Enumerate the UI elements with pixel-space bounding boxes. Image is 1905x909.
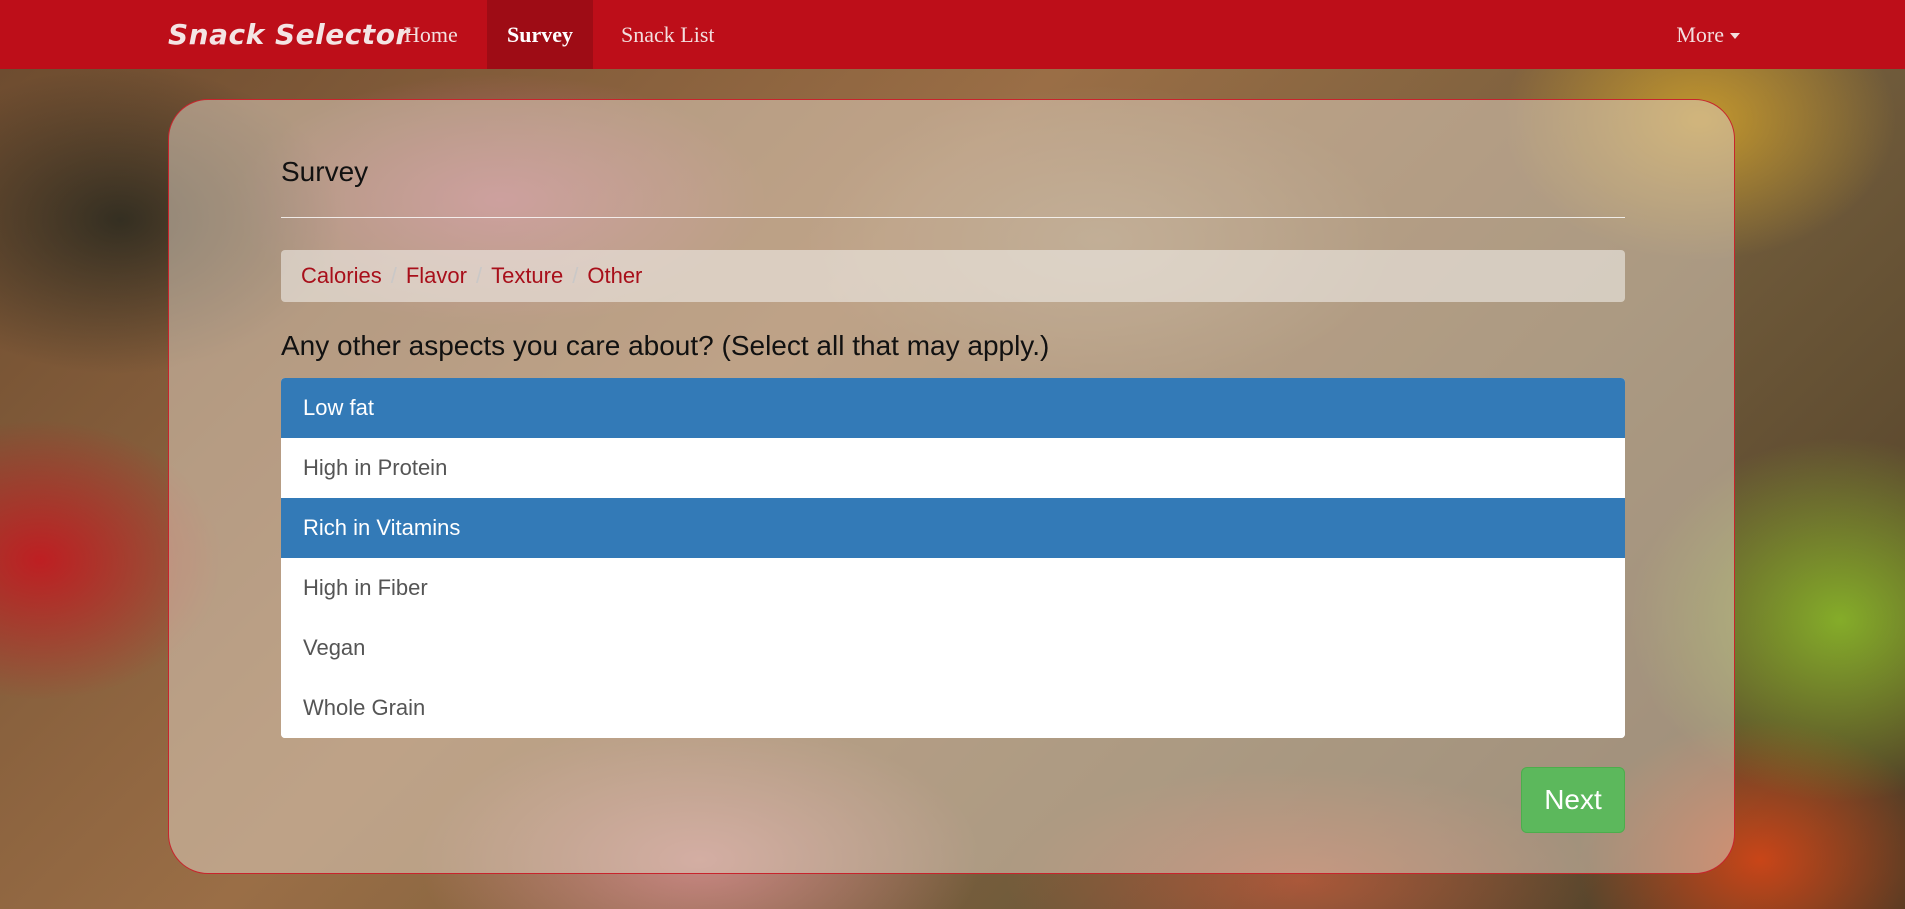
breadcrumb-other[interactable]: Other: [587, 263, 642, 289]
more-label: More: [1676, 21, 1724, 47]
option-vegan[interactable]: Vegan: [281, 618, 1625, 678]
breadcrumb-separator: /: [572, 263, 579, 288]
survey-panel: Survey Calories / Flavor / Texture / Oth…: [168, 99, 1735, 874]
breadcrumb: Calories / Flavor / Texture / Other: [281, 250, 1625, 302]
option-high-in-fiber[interactable]: High in Fiber: [281, 558, 1625, 618]
option-whole-grain[interactable]: Whole Grain: [281, 678, 1625, 738]
survey-question: Any other aspects you care about? (Selec…: [281, 330, 1050, 361]
breadcrumb-texture[interactable]: Texture: [491, 263, 563, 289]
top-navbar: Snack Selector Home Survey Snack List Mo…: [0, 0, 1905, 69]
page-title: Survey: [281, 156, 369, 187]
option-high-in-protein[interactable]: High in Protein: [281, 438, 1625, 498]
option-rich-in-vitamins[interactable]: Rich in Vitamins: [281, 498, 1625, 558]
breadcrumb-separator: /: [475, 263, 483, 288]
more-dropdown[interactable]: More: [1676, 0, 1740, 69]
option-low-fat[interactable]: Low fat: [281, 378, 1625, 438]
next-button[interactable]: Next: [1521, 767, 1625, 833]
options-list: Low fat High in Protein Rich in Vitamins…: [281, 378, 1625, 738]
nav-home[interactable]: Home: [384, 0, 478, 69]
breadcrumb-calories[interactable]: Calories: [301, 263, 382, 289]
breadcrumb-flavor[interactable]: Flavor: [406, 263, 467, 289]
divider: [281, 217, 1625, 218]
brand-logo[interactable]: Snack Selector: [168, 0, 410, 69]
nav-survey[interactable]: Survey: [487, 0, 593, 69]
caret-down-icon: [1730, 33, 1740, 39]
breadcrumb-separator: /: [390, 263, 397, 288]
nav-snack-list[interactable]: Snack List: [601, 0, 735, 69]
